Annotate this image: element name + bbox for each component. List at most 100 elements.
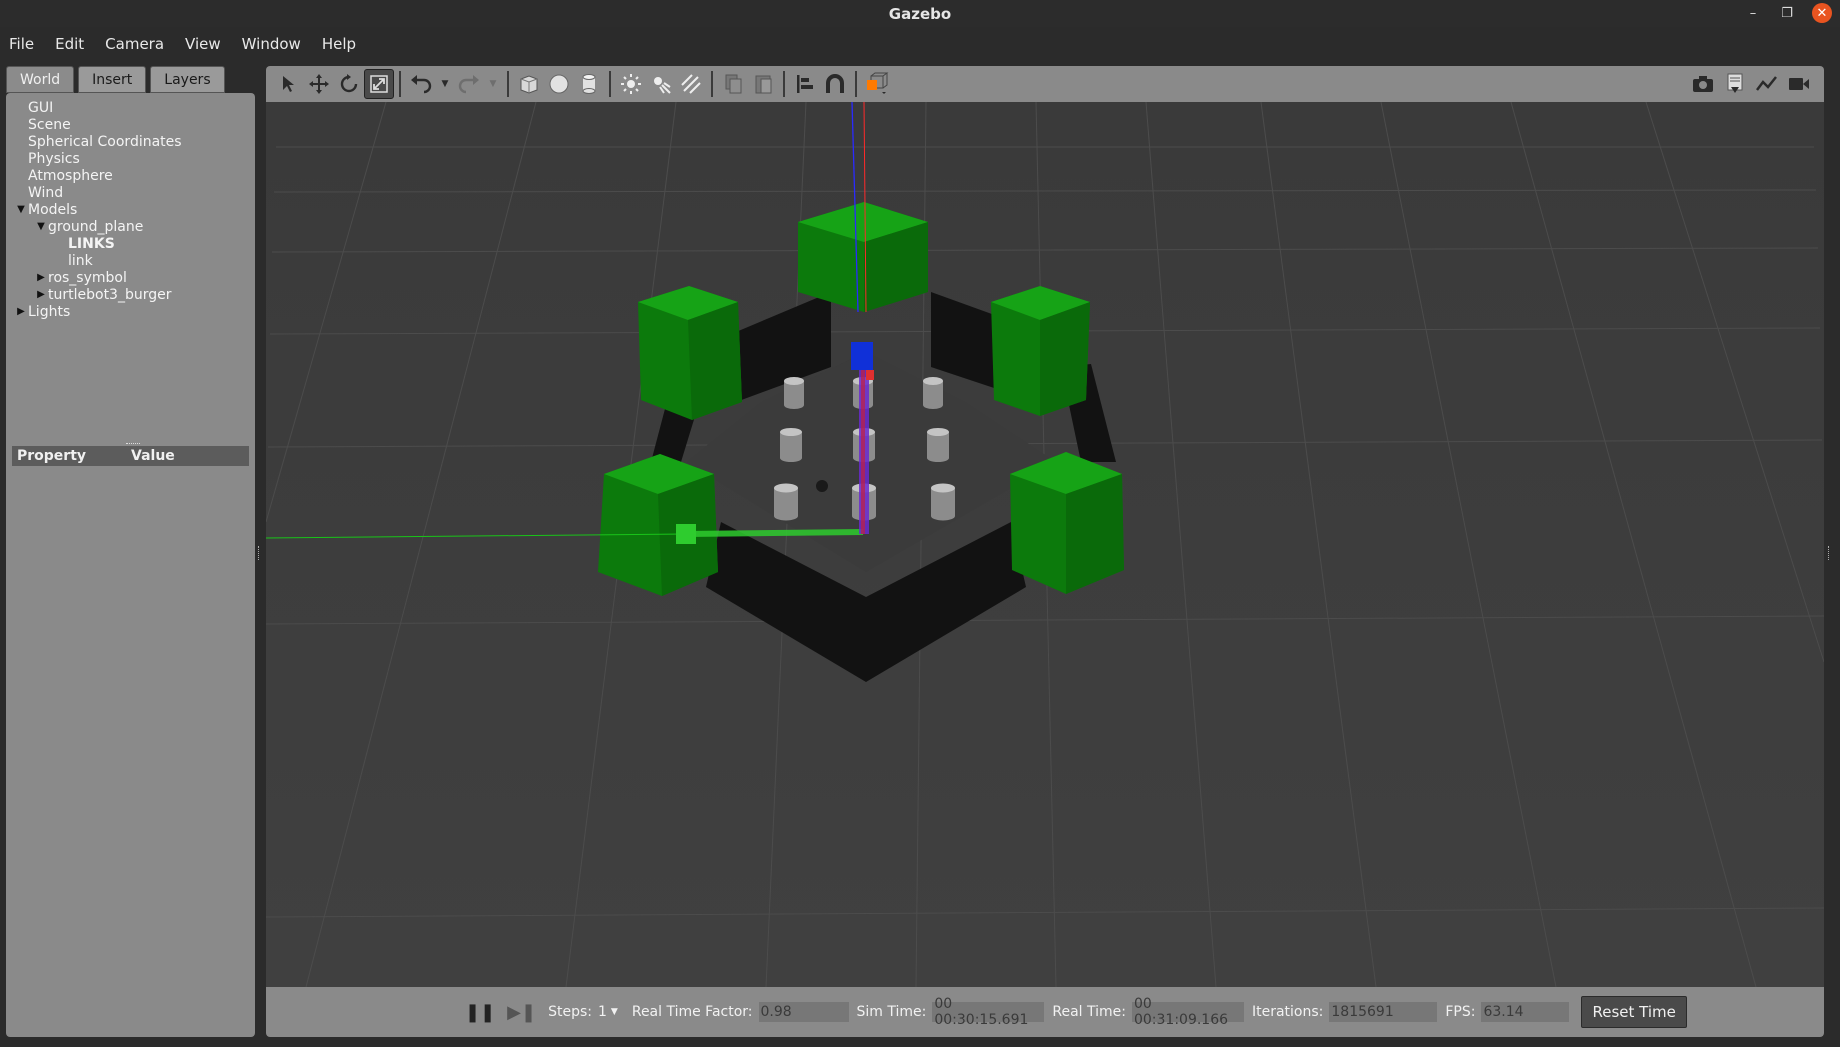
left-tabs: World Insert Layers	[6, 66, 225, 93]
redo-dropdown-icon[interactable]: ▼	[484, 69, 502, 99]
steps-value: 1	[598, 1004, 607, 1020]
tab-layers[interactable]: Layers	[150, 66, 225, 93]
menu-camera[interactable]: Camera	[105, 35, 164, 53]
tree-item[interactable]: ▶ Lights	[6, 303, 255, 320]
directional-light-icon[interactable]	[676, 69, 706, 99]
minimize-icon[interactable]: –	[1744, 6, 1762, 21]
tree-item-label: ground_plane	[48, 218, 144, 235]
iterations-field: 1815691	[1329, 1002, 1438, 1022]
title-bar: Gazebo – ❐ ✕	[0, 0, 1840, 27]
toolbar-separator	[507, 71, 509, 97]
tree-item-label: LINKS	[68, 235, 115, 252]
maximize-icon[interactable]: ❐	[1778, 6, 1796, 21]
scene-viewport[interactable]	[266, 102, 1824, 987]
fps-field: 63.14	[1481, 1002, 1570, 1022]
copy-icon[interactable]	[718, 69, 748, 99]
cylinder-icon[interactable]	[574, 69, 604, 99]
point-light-icon[interactable]	[616, 69, 646, 99]
paste-icon[interactable]	[748, 69, 778, 99]
align-icon[interactable]	[790, 69, 820, 99]
world-tree: GUI Scene Spherical Coordinates Physics Atmo…	[6, 99, 255, 320]
tree-item-label: Spherical Coordinates	[28, 133, 182, 150]
tree-item[interactable]: link	[6, 252, 255, 269]
window-title: Gazebo	[888, 4, 952, 23]
undo-icon[interactable]	[406, 69, 436, 99]
menu-file[interactable]: File	[9, 35, 34, 53]
toolbar-separator	[609, 71, 611, 97]
pause-icon[interactable]: ❚❚	[465, 1002, 495, 1023]
rotate-mode-icon[interactable]	[334, 69, 364, 99]
iterations-label: Iterations:	[1251, 1004, 1324, 1020]
tree-item-label: ros_symbol	[48, 269, 127, 286]
tree-item-label: Lights	[28, 303, 71, 320]
tab-insert[interactable]: Insert	[78, 66, 147, 93]
tree-item[interactable]: Wind	[6, 184, 255, 201]
left-panel-resize-handle[interactable]	[258, 546, 261, 560]
toolbar-separator	[711, 71, 713, 97]
tree-item[interactable]: GUI	[6, 99, 255, 116]
tab-world[interactable]: World	[6, 66, 75, 93]
sphere-icon[interactable]	[544, 69, 574, 99]
reset-time-button[interactable]: Reset Time	[1581, 996, 1687, 1028]
expand-arrow-icon[interactable]: ▼	[14, 204, 28, 215]
tree-item-label: Models	[28, 201, 78, 218]
log-icon[interactable]	[1720, 69, 1750, 99]
expand-arrow-icon[interactable]: ▼	[34, 221, 48, 232]
steps-label: Steps:	[548, 1004, 592, 1020]
tree-item[interactable]: ▼ Models	[6, 201, 255, 218]
tree-item[interactable]: Atmosphere	[6, 167, 255, 184]
right-panel-resize-handle[interactable]	[1828, 546, 1831, 560]
select-mode-icon[interactable]	[274, 69, 304, 99]
menu-edit[interactable]: Edit	[55, 35, 84, 53]
view-angle-icon[interactable]	[862, 69, 892, 99]
real-time-factor-field: 0.98	[758, 1002, 849, 1022]
tree-item[interactable]: Physics	[6, 150, 255, 167]
tree-item[interactable]: ▼ ground_plane	[6, 218, 255, 235]
real-time-field: 00 00:31:09.166	[1131, 996, 1244, 1028]
splitter-handle[interactable]	[126, 443, 140, 445]
menu-bar: File Edit Camera View Window Help	[0, 27, 1840, 60]
box-icon[interactable]	[514, 69, 544, 99]
real-time-factor-label: Real Time Factor:	[631, 1004, 753, 1020]
undo-dropdown-icon[interactable]: ▼	[436, 69, 454, 99]
toolbar: ▼ ▼	[266, 66, 1824, 102]
tree-item[interactable]: LINKS	[6, 235, 255, 252]
steps-spinbox[interactable]: 1 ▼	[598, 1004, 618, 1020]
tree-item-label: Wind	[28, 184, 64, 201]
status-bar: ❚❚ ▶❚ Steps: 1 ▼ Real Time Factor: 0.98 …	[266, 987, 1824, 1037]
menu-help[interactable]: Help	[322, 35, 356, 53]
collapse-arrow-icon[interactable]: ▶	[34, 272, 48, 283]
tree-item[interactable]: Scene	[6, 116, 255, 133]
property-column-header: Property	[17, 448, 87, 464]
step-icon[interactable]: ▶❚	[507, 1002, 536, 1023]
window-controls: – ❐ ✕	[1744, 3, 1832, 23]
tree-item[interactable]: ▶ turtlebot3_burger	[6, 286, 255, 303]
property-table-header: Property Value	[12, 446, 249, 466]
record-video-icon[interactable]	[1784, 69, 1814, 99]
steps-spin-icon[interactable]: ▼	[611, 1007, 618, 1017]
tree-item-label: link	[68, 252, 93, 269]
tree-item[interactable]: Spherical Coordinates	[6, 133, 255, 150]
tree-item[interactable]: ▶ ros_symbol	[6, 269, 255, 286]
collapse-arrow-icon[interactable]: ▶	[34, 289, 48, 300]
tree-item-label: Scene	[28, 116, 71, 133]
collapse-arrow-icon[interactable]: ▶	[14, 306, 28, 317]
close-icon[interactable]: ✕	[1812, 3, 1832, 23]
plot-icon[interactable]	[1752, 69, 1782, 99]
screenshot-icon[interactable]	[1688, 69, 1718, 99]
tree-item-label: Physics	[28, 150, 80, 167]
snap-icon[interactable]	[820, 69, 850, 99]
fps-label: FPS:	[1445, 1004, 1476, 1020]
menu-window[interactable]: Window	[242, 35, 301, 53]
spot-light-icon[interactable]	[646, 69, 676, 99]
translate-mode-icon[interactable]	[304, 69, 334, 99]
redo-icon[interactable]	[454, 69, 484, 99]
tree-item-label: Atmosphere	[28, 167, 113, 184]
scale-mode-icon[interactable]	[364, 69, 394, 99]
menu-view[interactable]: View	[185, 35, 221, 53]
tree-item-label: turtlebot3_burger	[48, 286, 172, 303]
toolbar-separator	[399, 71, 401, 97]
world-tree-panel: GUI Scene Spherical Coordinates Physics Atmo…	[6, 93, 255, 1037]
left-panel: World Insert Layers GUI Scene Spherical Co…	[0, 60, 258, 1047]
toolbar-right-group	[1688, 69, 1814, 99]
